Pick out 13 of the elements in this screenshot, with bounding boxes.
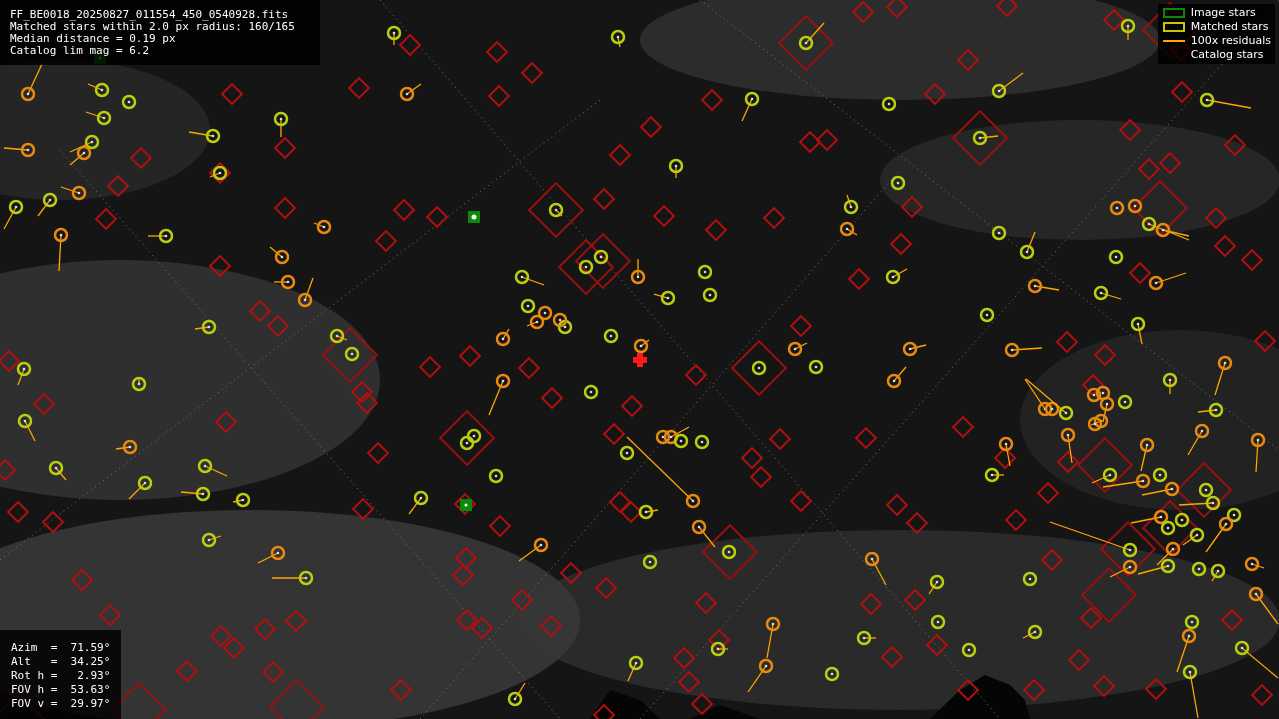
info-text: Catalog lim mag = 6.2	[10, 45, 151, 57]
legend-label: Image stars	[1190, 7, 1256, 19]
pointing-text: Rot h = 2.93°	[11, 669, 109, 683]
pointing-text: Azim = 71.59°	[11, 641, 109, 655]
pointing-text: Alt = 34.25°	[11, 655, 109, 669]
info-text: Matched stars within 2.0 px radius: 160/165	[10, 21, 296, 33]
legend-label: Catalog stars	[1190, 49, 1264, 61]
pointing-text: FOV h = 53.63°	[11, 683, 109, 697]
pointing-text: FOV v = 29.97°	[11, 697, 109, 711]
legend-label: Matched stars	[1190, 21, 1269, 33]
info-text: FF_BE0018_20250827_011554_450_0540928.fits	[10, 9, 290, 21]
legend-label: 100x residuals	[1190, 35, 1271, 47]
info-text: Median distance = 0.19 px	[10, 33, 177, 45]
